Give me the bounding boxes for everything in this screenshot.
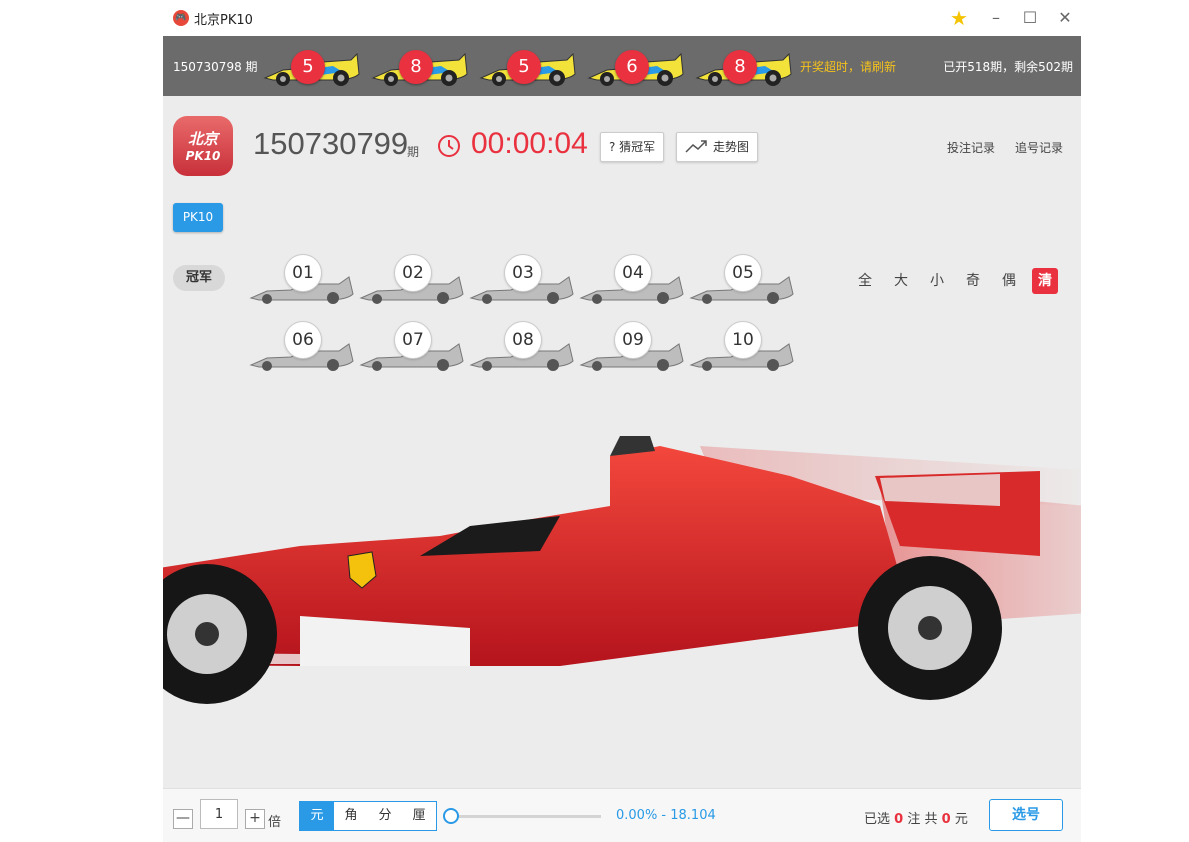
current-issue: 150730799 — [253, 126, 409, 161]
number-ball[interactable]: 03 — [504, 254, 542, 292]
result-car: 6 — [587, 48, 687, 88]
pk10-logo: 北京 PK10 — [173, 116, 233, 176]
minimize-icon[interactable]: – — [984, 6, 1008, 30]
filter-even[interactable]: 偶 — [996, 268, 1022, 294]
number-ball[interactable]: 09 — [614, 321, 652, 359]
trend-chart-label: 走势图 — [713, 140, 750, 154]
selected-count: 0 — [894, 812, 904, 827]
draw-timeout-notice[interactable]: 开奖超时，请刷新 — [800, 58, 896, 75]
number-car[interactable]: 10 — [689, 321, 799, 371]
number-car[interactable]: 08 — [469, 321, 579, 371]
result-ball: 5 — [291, 50, 325, 84]
selected-mid: 注 共 — [907, 812, 938, 827]
bet-record-link[interactable]: 投注记录 — [947, 139, 995, 156]
selected-prefix: 已选 — [864, 812, 891, 827]
rebate-slider-handle[interactable] — [443, 808, 459, 824]
number-car[interactable]: 04 — [579, 254, 689, 304]
result-car: 8 — [371, 48, 471, 88]
number-ball[interactable]: 01 — [284, 254, 322, 292]
money-unit-group: 元 角 分 厘 — [299, 801, 437, 831]
logo-line1: 北京 — [187, 130, 218, 148]
tab-pk10[interactable]: PK10 — [173, 203, 223, 232]
window-title: 北京PK10 — [194, 13, 253, 28]
number-car[interactable]: 03 — [469, 254, 579, 304]
increase-multiplier-button[interactable]: + — [245, 809, 265, 829]
number-car[interactable]: 01 — [249, 254, 359, 304]
logo-line2: PK10 — [185, 149, 221, 163]
trend-chart-button[interactable]: 走势图 — [676, 132, 759, 162]
result-ball: 5 — [507, 50, 541, 84]
filter-odd[interactable]: 奇 — [960, 268, 986, 294]
result-ball: 8 — [399, 50, 433, 84]
number-ball[interactable]: 06 — [284, 321, 322, 359]
position-label: 冠军 — [173, 265, 225, 291]
rebate-rate: 0.00% - 18.104 — [616, 808, 716, 823]
bottom-bar: — + 倍 元 角 分 厘 0.00% - 18.104 已选 0 注 共 0 … — [163, 788, 1081, 842]
number-ball[interactable]: 08 — [504, 321, 542, 359]
rebate-slider-track[interactable] — [449, 815, 601, 818]
number-car[interactable]: 05 — [689, 254, 799, 304]
total-unit: 元 — [954, 812, 968, 827]
unit-yuan[interactable]: 元 — [300, 802, 334, 830]
number-car[interactable]: 09 — [579, 321, 689, 371]
clock-icon — [438, 135, 460, 157]
close-icon[interactable]: ✕ — [1053, 6, 1077, 30]
multiplier-input[interactable] — [200, 799, 238, 829]
guess-champion-button[interactable]: ? 猜冠军 — [600, 132, 665, 162]
title-bar: 🎮 北京PK10 ★ – ☐ ✕ — [0, 0, 1189, 36]
total-amount: 0 — [941, 812, 951, 827]
number-car[interactable]: 07 — [359, 321, 469, 371]
number-ball[interactable]: 04 — [614, 254, 652, 292]
countdown-timer: 00:00:04 — [471, 127, 588, 160]
filter-clear[interactable]: 清 — [1032, 268, 1058, 294]
number-car[interactable]: 06 — [249, 321, 359, 371]
decrease-multiplier-button[interactable]: — — [173, 809, 193, 829]
number-ball[interactable]: 07 — [394, 321, 432, 359]
select-number-button[interactable]: 选号 — [989, 799, 1063, 831]
last-issue: 150730798 期 — [173, 60, 258, 74]
chase-record-link[interactable]: 追号记录 — [1015, 139, 1063, 156]
filter-small[interactable]: 小 — [924, 268, 950, 294]
result-car: 8 — [695, 48, 795, 88]
filter-all[interactable]: 全 — [852, 268, 878, 294]
main-panel: 150730798 期 5 8 5 6 8 开奖超时，请刷新 已开518期，剩余… — [163, 36, 1081, 842]
result-ball: 8 — [723, 50, 757, 84]
result-car: 5 — [263, 48, 363, 88]
result-ball: 6 — [615, 50, 649, 84]
unit-li[interactable]: 厘 — [402, 802, 436, 830]
trend-icon — [685, 140, 707, 153]
number-ball[interactable]: 05 — [724, 254, 762, 292]
unit-jiao[interactable]: 角 — [334, 802, 368, 830]
last-draw-bar: 150730798 期 5 8 5 6 8 开奖超时，请刷新 已开518期，剩余… — [163, 36, 1081, 96]
star-icon[interactable]: ★ — [947, 6, 971, 30]
multiplier-unit: 倍 — [268, 815, 282, 830]
draw-progress: 已开518期，剩余502期 — [943, 60, 1073, 74]
filter-big[interactable]: 大 — [888, 268, 914, 294]
unit-fen[interactable]: 分 — [368, 802, 402, 830]
result-car: 5 — [479, 48, 579, 88]
gamepad-icon: 🎮 — [173, 10, 189, 26]
issue-suffix: 期 — [407, 145, 420, 159]
number-ball[interactable]: 10 — [724, 321, 762, 359]
maximize-icon[interactable]: ☐ — [1018, 6, 1042, 30]
f1-car-illustration — [163, 436, 1081, 704]
bet-summary: 已选 0 注 共 0 元 — [864, 808, 968, 827]
number-car[interactable]: 02 — [359, 254, 469, 304]
number-ball[interactable]: 02 — [394, 254, 432, 292]
